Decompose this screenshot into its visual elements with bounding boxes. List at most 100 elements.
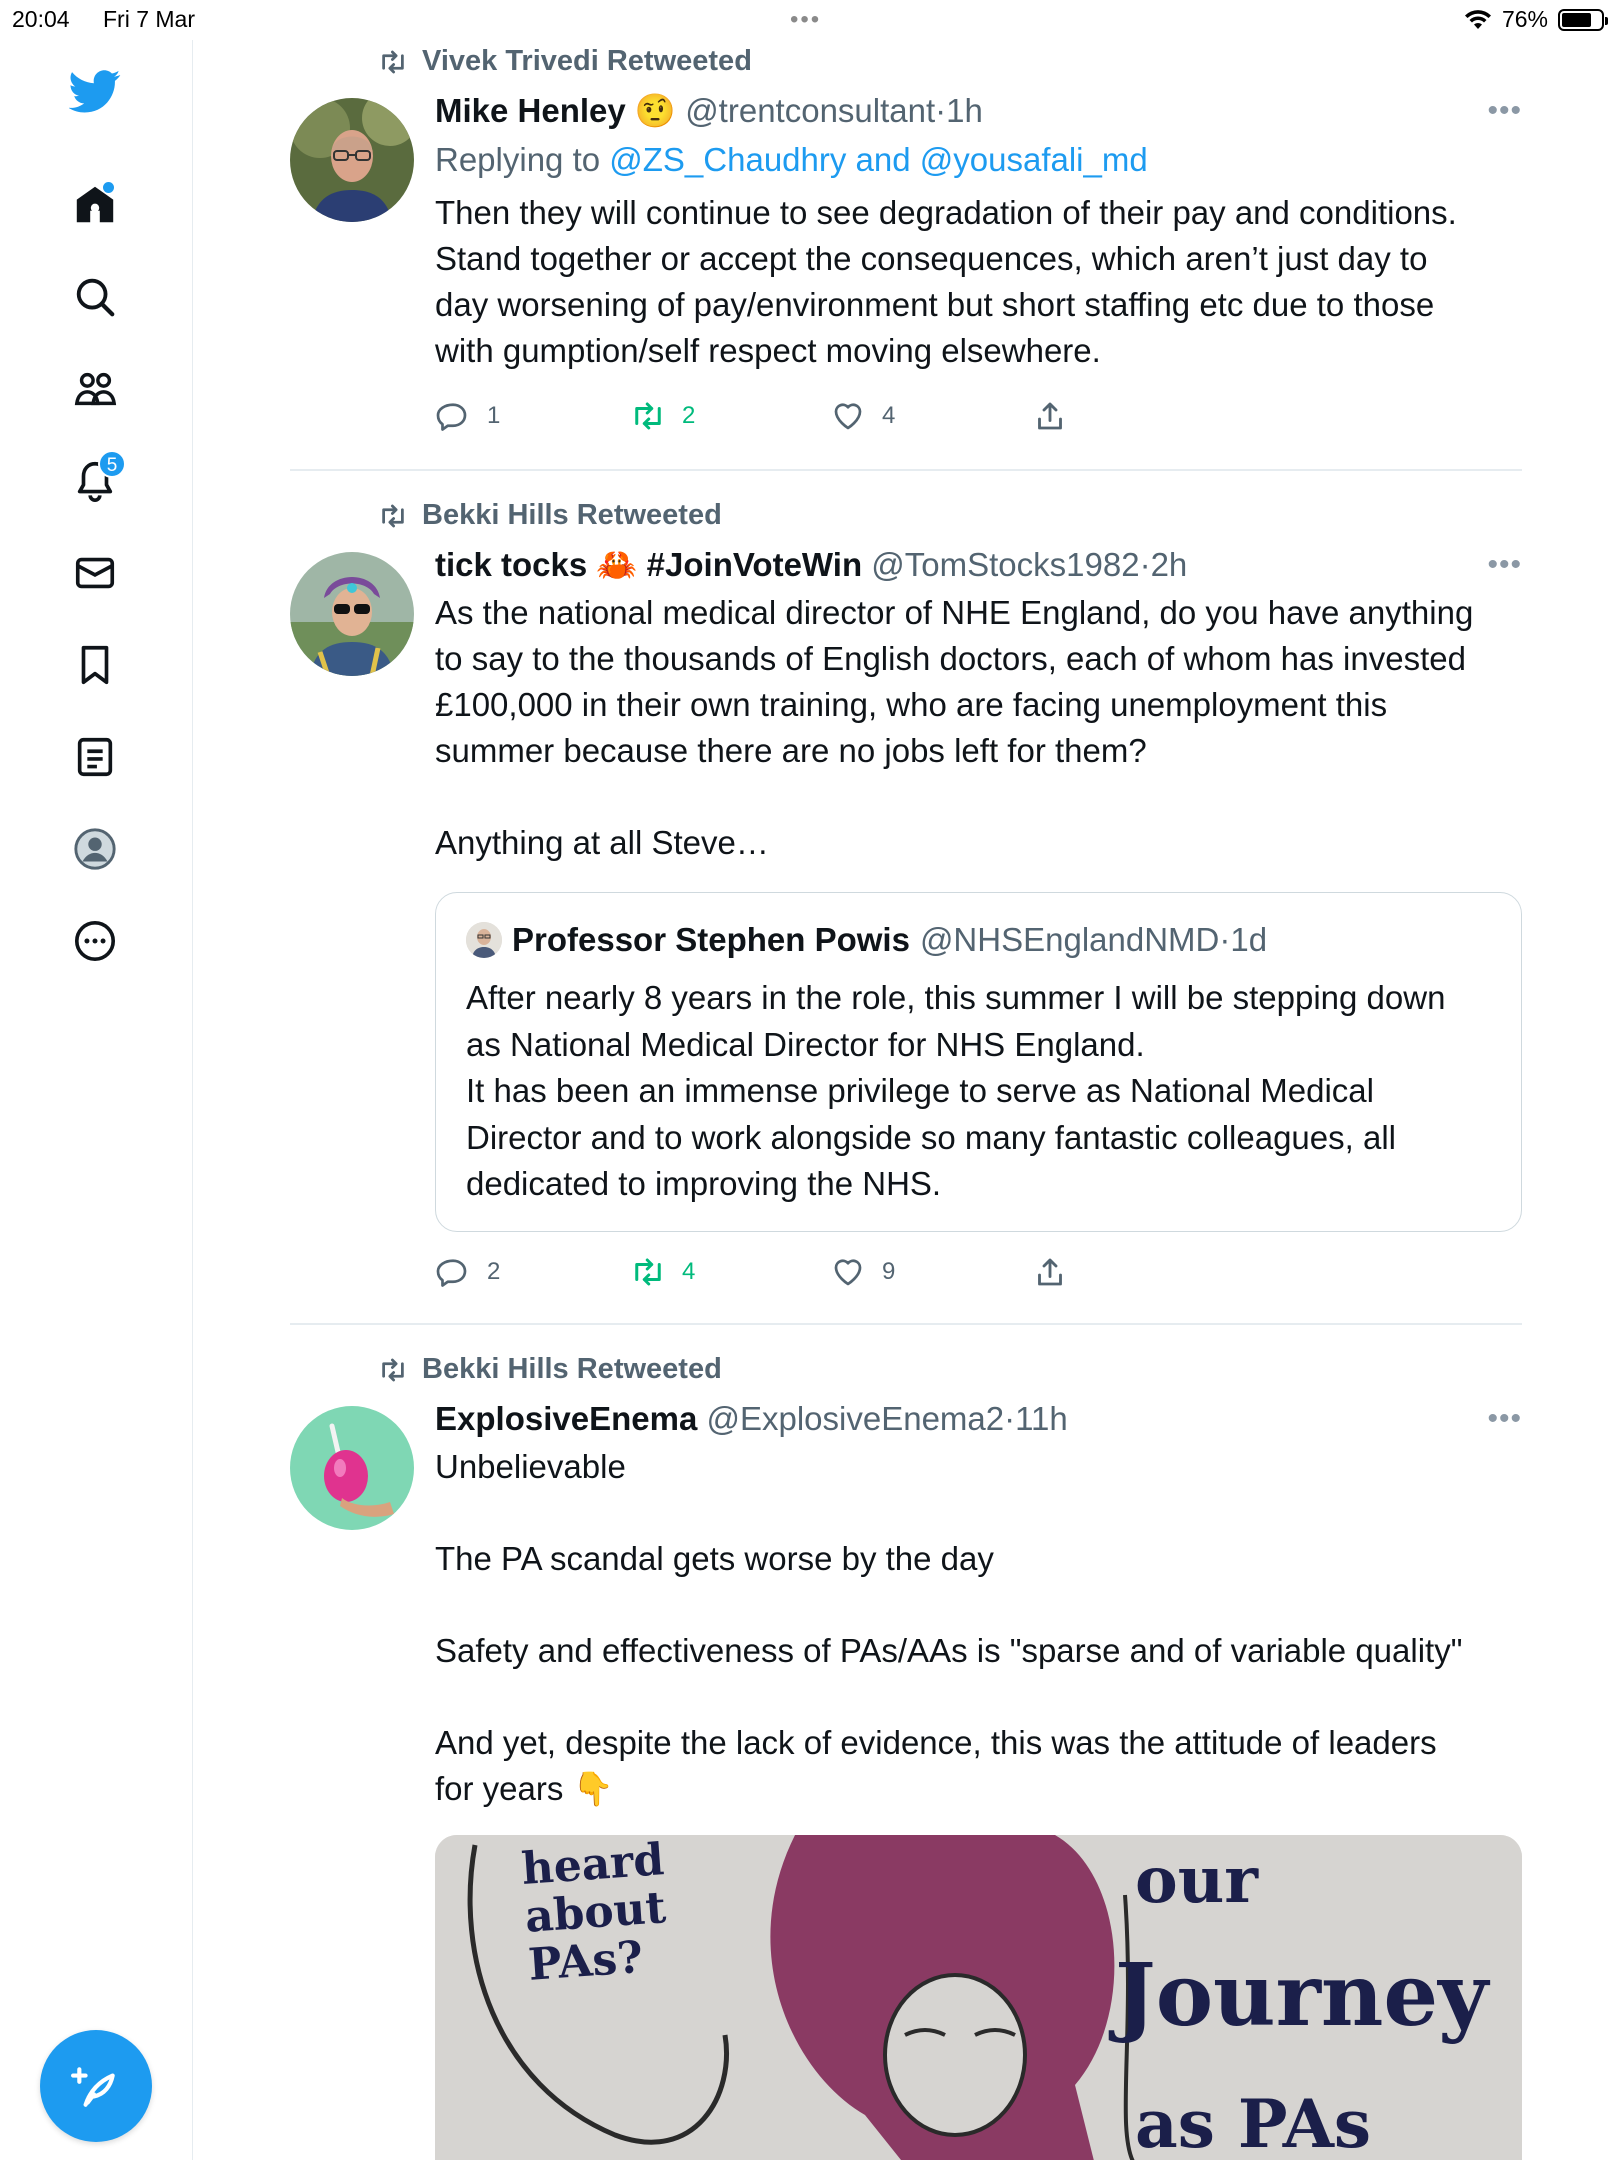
nav-messages[interactable] — [58, 536, 132, 610]
notifications-badge: 5 — [98, 450, 126, 478]
avatar[interactable] — [290, 1406, 414, 1530]
battery-icon — [1558, 8, 1608, 31]
timestamp[interactable]: 2h — [1151, 546, 1188, 583]
retweet-context: Bekki Hills Retweeted — [376, 499, 722, 532]
like-button[interactable]: 9 — [830, 1254, 895, 1290]
timestamp[interactable]: 11h — [1015, 1400, 1068, 1437]
reply-icon — [436, 403, 467, 431]
retweeted-by[interactable]: Vivek Trivedi Retweeted — [422, 45, 752, 78]
tweet-text: Then they will continue to see degradati… — [435, 194, 1457, 369]
search-icon — [76, 278, 115, 317]
more-options-icon[interactable]: ••• — [1487, 544, 1522, 586]
wifi-icon — [1464, 9, 1491, 29]
home-unread-dot — [103, 182, 114, 193]
like-count: 9 — [882, 1258, 896, 1285]
status-date: Fri 7 Mar — [103, 6, 195, 32]
retweet-count: 4 — [682, 1258, 696, 1285]
nav-communities[interactable] — [58, 352, 132, 426]
handle[interactable]: @ExplosiveEnema2 — [706, 1400, 1004, 1437]
retweet-button[interactable]: 2 — [630, 398, 695, 434]
nav-lists[interactable] — [58, 720, 132, 794]
separator: · — [935, 92, 947, 129]
quote-avatar — [466, 922, 502, 958]
timestamp[interactable]: 1h — [946, 92, 983, 129]
retweet-icon — [382, 504, 404, 527]
divider — [290, 1323, 1522, 1325]
nav-home[interactable] — [58, 168, 132, 242]
share-icon — [1038, 1258, 1062, 1286]
nav-notifications[interactable]: 5 — [58, 444, 132, 518]
share-button[interactable] — [1032, 398, 1068, 434]
separator: · — [1004, 1400, 1016, 1437]
handle[interactable]: @trentconsultant — [685, 92, 935, 129]
quote-display-name[interactable]: Professor Stephen Powis — [512, 921, 910, 959]
quoted-tweet[interactable]: Professor Stephen Powis @NHSEnglandNMD·1… — [435, 892, 1522, 1232]
tweet-text: Unbelievable The PA scandal gets worse b… — [435, 1448, 1463, 1807]
display-name[interactable]: Mike Henley — [435, 92, 626, 129]
reply-button[interactable]: 2 — [435, 1254, 500, 1290]
reply-count: 2 — [487, 1258, 501, 1285]
retweeted-by[interactable]: Bekki Hills Retweeted — [422, 1353, 722, 1386]
nav-bookmarks[interactable] — [58, 628, 132, 702]
media-text-right-mid: Journey — [1115, 1945, 1489, 2046]
replying-to-link[interactable]: @ZS_Chaudhry and @yousafali_md — [609, 141, 1147, 178]
tweet-header: tick tocks 🦀 #JoinVoteWin @TomStocks1982… — [435, 544, 1522, 586]
retweet-button[interactable]: 4 — [630, 1254, 695, 1290]
separator: · — [1219, 921, 1231, 958]
quote-text: After nearly 8 years in the role, this s… — [466, 979, 1446, 1202]
more-options-icon[interactable]: ••• — [1487, 1398, 1522, 1440]
share-icon — [1038, 402, 1062, 430]
retweet-context: Vivek Trivedi Retweeted — [376, 45, 752, 78]
quote-timestamp[interactable]: 1d — [1230, 921, 1267, 958]
avatar[interactable] — [290, 98, 414, 222]
media-text-right-bottom: as PAs — [1135, 2085, 1372, 2160]
replying-to: Replying to @ZS_Chaudhry and @yousafali_… — [435, 138, 1522, 182]
tweet-actions: 2 4 9 — [435, 1254, 1135, 1294]
sidebar: 5 — [0, 40, 193, 2160]
reply-button[interactable]: 1 — [435, 398, 500, 434]
multitasking-dots[interactable]: ••• — [790, 6, 821, 34]
quote-handle[interactable]: @NHSEnglandNMD — [920, 921, 1219, 958]
retweet-icon — [382, 1358, 404, 1381]
display-name[interactable]: tick tocks 🦀 #JoinVoteWin — [435, 546, 862, 583]
share-button[interactable] — [1032, 1254, 1068, 1290]
retweet-context: Bekki Hills Retweeted — [376, 1353, 722, 1386]
nav-explore[interactable] — [58, 260, 132, 334]
twitter-bird-icon[interactable] — [58, 54, 132, 128]
like-button[interactable]: 4 — [830, 398, 895, 434]
tweet[interactable]: Bekki Hills Retweeted tick tocks 🦀 #Join… — [290, 494, 1522, 1324]
handle[interactable]: @TomStocks1982 — [871, 546, 1139, 583]
tweet-content: ExplosiveEnema @ExplosiveEnema2·11h ••• … — [435, 1398, 1522, 1812]
retweet-icon — [382, 50, 404, 73]
reply-icon — [436, 1259, 467, 1287]
display-name[interactable]: ExplosiveEnema — [435, 1400, 697, 1437]
more-options-icon[interactable]: ••• — [1487, 90, 1522, 132]
media-text-right-top: our — [1135, 1843, 1258, 1918]
tweet-header: ExplosiveEnema @ExplosiveEnema2·11h ••• — [435, 1398, 1522, 1440]
tweet-media-image[interactable]: heard about PAs? our Journey as PAs — [435, 1835, 1522, 2160]
tweet[interactable]: Bekki Hills Retweeted ExplosiveEnema @Ex… — [290, 1348, 1522, 2160]
compose-button[interactable] — [40, 2030, 152, 2142]
tweet-text: As the national medical director of NHE … — [435, 594, 1474, 861]
avatar[interactable] — [290, 552, 414, 676]
heart-icon — [834, 1259, 862, 1286]
list-icon — [77, 737, 113, 777]
replying-prefix: Replying to — [435, 141, 610, 178]
profile-icon — [74, 828, 116, 870]
nav-more[interactable] — [58, 904, 132, 978]
divider — [290, 469, 1522, 471]
tweet-content: Mike Henley 🤨 @trentconsultant·1h ••• Re… — [435, 90, 1522, 374]
media-text-left: heard about PAs? — [520, 1835, 668, 1991]
tweet-header: Mike Henley 🤨 @trentconsultant·1h ••• — [435, 90, 1522, 132]
bookmark-icon — [81, 645, 109, 685]
retweeted-by[interactable]: Bekki Hills Retweeted — [422, 499, 722, 532]
nav-profile[interactable] — [58, 812, 132, 886]
retweet-icon — [635, 1258, 661, 1286]
quote-header: Professor Stephen Powis @NHSEnglandNMD·1… — [466, 921, 1267, 959]
heart-icon — [834, 403, 862, 430]
more-circle-icon — [74, 920, 116, 962]
retweet-count: 2 — [682, 402, 696, 429]
tweet[interactable]: Vivek Trivedi Retweeted Mike Henley 🤨 @t… — [290, 40, 1522, 460]
retweet-icon — [635, 402, 661, 430]
status-bar: 20:04 Fri 7 Mar ••• 76% — [0, 0, 1620, 40]
